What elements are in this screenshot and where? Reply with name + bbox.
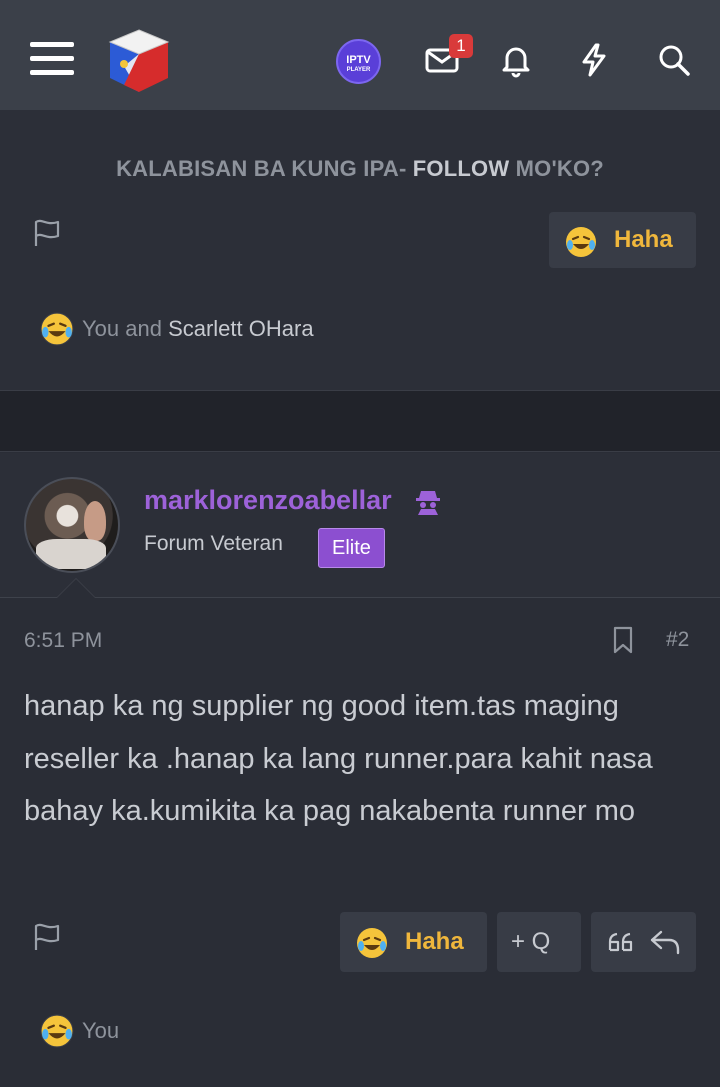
- laughing-emoji-icon: [40, 1014, 74, 1048]
- post-2-user-info: marklorenzoabellar Forum Veteran Elite: [0, 453, 720, 598]
- signature-text: KALABISAN BA KUNG IPA- FOLLOW MO'KO?: [116, 156, 604, 181]
- reply-arrow-icon: [650, 930, 680, 955]
- quote-reply-button[interactable]: [591, 912, 696, 972]
- report-flag-icon[interactable]: [32, 218, 62, 248]
- post-1-footer: KALABISAN BA KUNG IPA- FOLLOW MO'KO? Hah…: [0, 110, 720, 390]
- elite-badge: Elite: [318, 528, 385, 568]
- username-link[interactable]: marklorenzoabellar: [144, 485, 392, 516]
- haha-reaction-button[interactable]: Haha: [549, 212, 696, 268]
- laughing-emoji-icon: [40, 312, 74, 346]
- bookmark-icon[interactable]: [610, 626, 636, 654]
- multiquote-label: + Q: [511, 928, 551, 955]
- laughing-emoji-icon: [357, 928, 387, 958]
- quote-icon: [608, 932, 633, 952]
- top-navigation-bar: IPTV PLAYER 1: [0, 0, 720, 110]
- post-2: 6:51 PM #2 hanap ka ng supplier ng good …: [0, 598, 720, 1087]
- reaction-summary-text: You: [82, 1018, 120, 1043]
- report-flag-icon[interactable]: [32, 922, 62, 952]
- multiquote-button[interactable]: + Q: [497, 912, 581, 972]
- iptv-label: IPTV: [346, 54, 371, 66]
- user-avatar[interactable]: [24, 477, 120, 573]
- reaction-summary-text: You and Scarlett OHara: [82, 316, 314, 341]
- site-logo-icon[interactable]: [104, 26, 174, 96]
- haha-reaction-button[interactable]: Haha: [340, 912, 487, 972]
- iptv-player-icon[interactable]: IPTV PLAYER: [336, 39, 381, 84]
- user-title: Forum Veteran: [144, 532, 283, 555]
- hamburger-menu-icon[interactable]: [30, 42, 74, 78]
- post-number[interactable]: #2: [666, 628, 689, 652]
- lightning-icon[interactable]: [576, 42, 612, 78]
- inbox-badge: 1: [449, 34, 473, 58]
- post-time[interactable]: 6:51 PM: [24, 629, 102, 653]
- bell-icon[interactable]: [498, 42, 534, 78]
- iptv-sublabel: PLAYER: [346, 67, 371, 73]
- post-separator: [0, 390, 720, 452]
- haha-label: Haha: [405, 928, 464, 955]
- spy-icon: [416, 491, 440, 515]
- post-message: hanap ka ng supplier ng good item.tas ma…: [24, 690, 653, 827]
- search-icon[interactable]: [656, 42, 692, 78]
- laughing-emoji-icon: [566, 227, 596, 257]
- user-bar-pointer: [56, 578, 96, 598]
- haha-label: Haha: [614, 226, 673, 253]
